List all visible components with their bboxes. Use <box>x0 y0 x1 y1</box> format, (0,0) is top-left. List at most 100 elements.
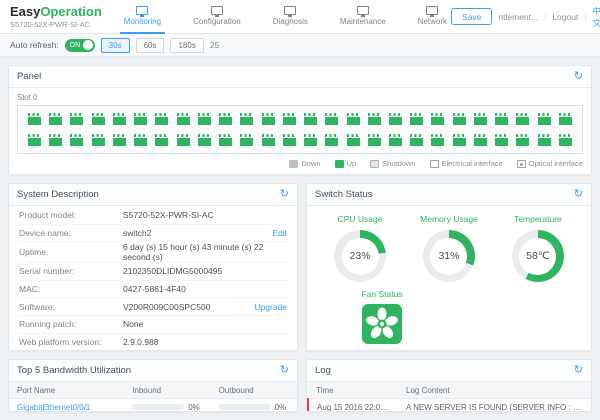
port-icon[interactable] <box>28 113 41 125</box>
port-icon[interactable] <box>240 134 254 146</box>
upgrade-link[interactable]: Upgrade <box>254 302 287 312</box>
port-icon[interactable] <box>388 113 402 125</box>
port-icon[interactable] <box>304 134 318 146</box>
nav-tab-diagnosis[interactable]: Diagnosis <box>269 0 312 34</box>
port-icon[interactable] <box>197 113 211 125</box>
port-icon[interactable] <box>388 134 402 146</box>
port-icon[interactable] <box>112 113 126 125</box>
port-icon[interactable] <box>452 113 466 125</box>
log-table: Time Log Content Aug 15 2016 22:01:31 A … <box>307 382 591 411</box>
row-running-patch: Running patch: None <box>19 316 287 334</box>
port-icon[interactable] <box>304 113 318 125</box>
nav-label: Monitoring <box>123 16 162 26</box>
port-icon[interactable] <box>431 134 445 146</box>
port-icon[interactable] <box>410 113 424 125</box>
interval-60s-button[interactable]: 60s <box>135 37 165 53</box>
col-inbound: Inbound <box>124 382 211 399</box>
edit-link[interactable]: Edit <box>272 228 287 238</box>
cpu-usage-gauge: CPU Usage 23% <box>334 214 387 282</box>
port-icon[interactable] <box>495 113 509 125</box>
row-product-model: Product model: S5720-52X-PWR-SI-AC <box>19 207 287 225</box>
field-label: MAC: <box>19 284 41 295</box>
electrical-interface-icon <box>429 159 439 168</box>
port-icon[interactable] <box>282 134 296 146</box>
interval-180s-button[interactable]: 180s <box>170 37 204 53</box>
refresh-icon[interactable]: ↻ <box>574 189 583 200</box>
refresh-icon[interactable]: ↻ <box>574 71 583 82</box>
port-icon[interactable] <box>537 134 551 146</box>
save-button[interactable]: Save <box>451 8 493 25</box>
port-icon[interactable] <box>176 113 190 125</box>
port-icon[interactable] <box>28 134 41 146</box>
port-icon[interactable] <box>516 113 530 125</box>
gauges-row: CPU Usage 23% Memory Usage 31% Temperatu… <box>317 214 581 282</box>
port-icon[interactable] <box>240 113 254 125</box>
port-icon[interactable] <box>346 113 360 125</box>
port-icon[interactable] <box>558 113 572 125</box>
switch-status-card: Switch Status ↻ CPU Usage 23% Memory Usa… <box>306 183 592 351</box>
refresh-icon[interactable]: ↻ <box>574 365 583 376</box>
port-icon[interactable] <box>134 113 148 125</box>
port-icon[interactable] <box>91 113 105 125</box>
port-icon[interactable] <box>91 134 105 146</box>
nav-tab-configuration[interactable]: Configuration <box>189 0 245 34</box>
port-icon[interactable] <box>49 113 63 125</box>
port-icon[interactable] <box>219 113 233 125</box>
port-icon[interactable] <box>367 113 381 125</box>
port-icon[interactable] <box>70 134 84 146</box>
nav-tab-monitoring[interactable]: Monitoring <box>119 0 166 34</box>
port-icon[interactable] <box>410 134 424 146</box>
port-icon[interactable] <box>558 134 572 146</box>
table-header-row: Port Name Inbound Outbound <box>9 382 297 399</box>
panel-body: Slot 0 Down Up Shutdown Electrical inter… <box>9 88 591 172</box>
legend-up: Up <box>334 159 356 168</box>
port-icon[interactable] <box>325 134 339 146</box>
field-label: Software: <box>19 301 55 312</box>
port-icon[interactable] <box>367 134 381 146</box>
user-label[interactable]: ntlement... <box>498 12 538 22</box>
port-icon[interactable] <box>134 134 148 146</box>
port-icon[interactable] <box>155 113 169 125</box>
port-icon[interactable] <box>219 134 233 146</box>
panel-card-header: Panel ↻ <box>9 66 591 88</box>
port-icon[interactable] <box>70 113 84 125</box>
port-icon[interactable] <box>176 134 190 146</box>
field-label: Running patch: <box>19 319 77 330</box>
language-link[interactable]: 中文 <box>593 5 600 29</box>
nav-label: Diagnosis <box>272 16 308 26</box>
port-icon[interactable] <box>112 134 126 146</box>
field-label: Web platform version: <box>19 337 102 348</box>
port-icon[interactable] <box>325 113 339 125</box>
port-icon[interactable] <box>516 134 530 146</box>
port-icon[interactable] <box>261 113 275 125</box>
row-web-platform-version: Web platform version: 2.9.0.988 <box>19 334 287 350</box>
port-icon[interactable] <box>346 134 360 146</box>
port-icon[interactable] <box>537 113 551 125</box>
memory-usage-gauge: Memory Usage 31% <box>420 214 478 282</box>
port-icon[interactable] <box>452 134 466 146</box>
gauge-ring: 23% <box>334 230 387 282</box>
interval-30s-button[interactable]: 30s <box>100 37 130 53</box>
device-model-label: S5720-52X-PWR-SI-AC <box>10 19 91 29</box>
logout-link[interactable]: Logout <box>552 12 578 22</box>
port-icon[interactable] <box>431 113 445 125</box>
port-icon[interactable] <box>155 134 169 146</box>
gauge-value: 58℃ <box>519 237 557 275</box>
app-header: EasyOperation S5720-52X-PWR-SI-AC Monito… <box>0 0 600 34</box>
port-icon[interactable] <box>495 134 509 146</box>
gauge-ring: 58℃ <box>511 230 564 282</box>
auto-refresh-toggle[interactable]: ON <box>64 38 95 52</box>
port-icon[interactable] <box>49 134 63 146</box>
refresh-icon[interactable]: ↻ <box>280 365 289 376</box>
nav-tab-network[interactable]: Network <box>414 0 451 34</box>
port-icon[interactable] <box>473 113 487 125</box>
refresh-icon[interactable]: ↻ <box>280 189 289 200</box>
nav-tab-maintenance[interactable]: Maintenance <box>336 0 390 34</box>
refresh-countdown: 25 <box>209 40 220 50</box>
port-name-link[interactable]: GigabitEthernet0/0/1 <box>17 403 90 412</box>
port-icon[interactable] <box>282 113 296 125</box>
field-label: Uptime: <box>19 247 49 258</box>
port-icon[interactable] <box>473 134 487 146</box>
port-icon[interactable] <box>197 134 211 146</box>
port-icon[interactable] <box>261 134 275 146</box>
